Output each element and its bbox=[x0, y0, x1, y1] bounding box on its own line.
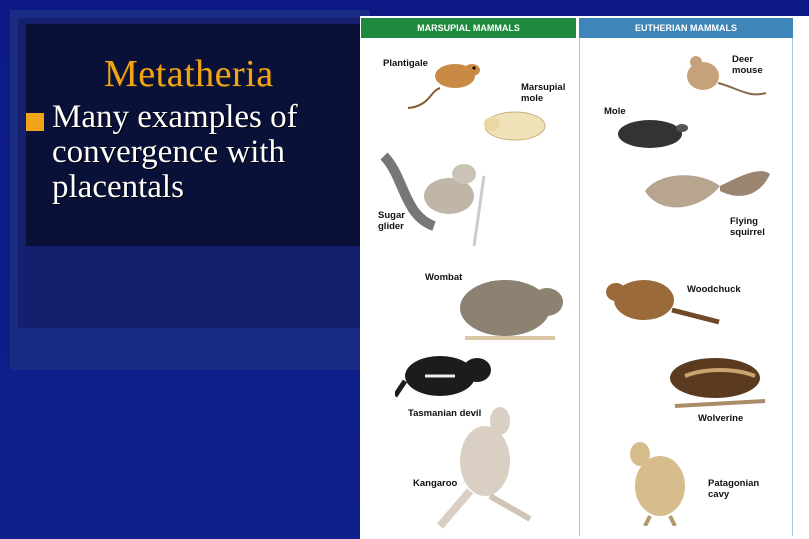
kangaroo-illustration bbox=[420, 401, 540, 531]
sugar-glider-illustration bbox=[374, 136, 504, 256]
mole-illustration bbox=[610, 114, 690, 154]
flying-squirrel-illustration bbox=[640, 156, 775, 236]
bullet-square-icon bbox=[26, 113, 44, 131]
eutherian-header: Eutherian mammals bbox=[579, 18, 793, 38]
deer-mouse-illustration bbox=[678, 48, 768, 103]
slide-title: Metatheria bbox=[104, 53, 274, 95]
label-marsupial-mole: Marsupial mole bbox=[521, 82, 566, 104]
bullet-text: Many examples of convergence with placen… bbox=[52, 99, 298, 205]
woodchuck-illustration bbox=[604, 272, 724, 332]
wolverine-illustration bbox=[655, 346, 775, 416]
plantigale-illustration bbox=[400, 46, 480, 116]
convergence-figure: Marsupial mammals Eutherian mammals Plan… bbox=[360, 16, 809, 539]
patagonian-cavy-illustration bbox=[620, 426, 700, 526]
tasmanian-devil-illustration bbox=[395, 346, 495, 406]
wombat-illustration bbox=[455, 266, 565, 346]
marsupial-header: Marsupial mammals bbox=[361, 18, 576, 38]
label-patagonian-cavy: Patagonian cavy bbox=[708, 478, 760, 500]
